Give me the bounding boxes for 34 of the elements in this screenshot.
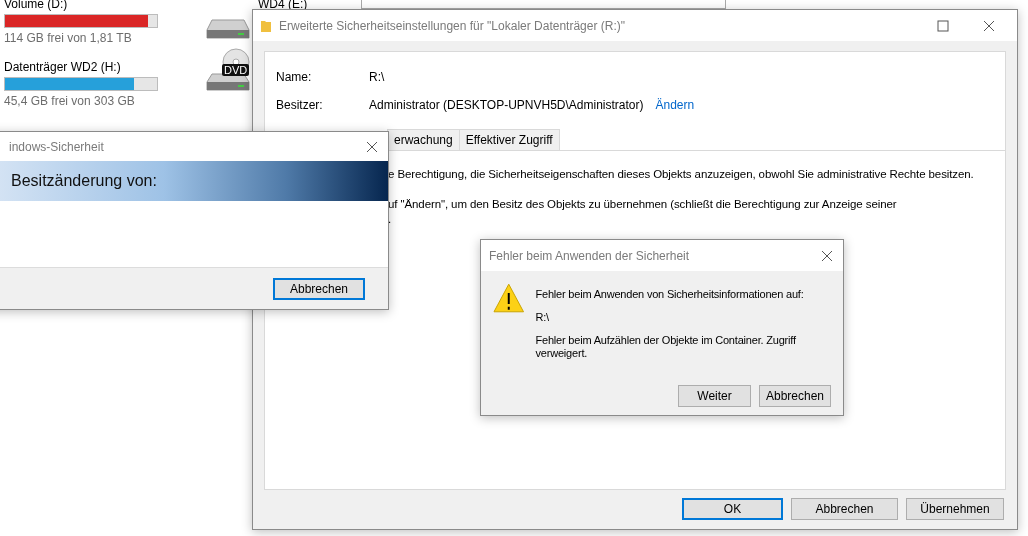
drive-name[interactable]: Datenträger WD2 (H:) [4,60,204,75]
close-icon[interactable] [366,140,378,153]
info-text: . [388,212,392,227]
error-detail: Fehler beim Aufzählen der Objekte im Container. Zugriff verweigert. [535,334,797,360]
error-path: R:\ [535,311,550,324]
free-space-text: 45,4 GB frei von 303 GB [4,94,136,109]
dialog-title: indows-Sicherheit [9,139,105,154]
hard-drive-icon [206,18,250,40]
info-text: e Berechtigung, die Sicherheitseigenschaften dieses Objekts anzuzeigen, obwohl Sie administrative Rechte besitzen. [388,167,974,182]
drive-name[interactable]: Volume (D:) [4,0,204,12]
free-space-text: 114 GB frei von 1,81 TB [4,31,133,46]
dialog-button[interactable]: Weiter [678,385,751,407]
tab[interactable]: erwachung [387,129,460,150]
window-title: Erweiterte Sicherheitseinstellungen für "Lokaler Datenträger (R:)" [279,18,626,33]
tab[interactable]: Effektiver Zugriff [458,129,560,150]
field-label: Name: [276,70,313,84]
dialog-button[interactable]: Übernehmen [906,498,1004,520]
cancel-button[interactable]: Abbrechen [273,278,365,300]
dialog-title: Fehler beim Anwenden der Sicherheit [489,248,691,263]
dialog-button[interactable]: Abbrechen [791,498,898,520]
dialog-button[interactable]: OK [682,498,783,520]
warning-icon [493,283,525,313]
info-text: uf "Ändern", um den Besitz des Objekts zu übernehmen (schließt die Berechtigung zur Anzeige seiner [388,197,897,212]
close-icon[interactable] [983,19,995,32]
field-value: R:\ [369,70,385,84]
error-message: Fehler beim Anwenden von Sicherheitsinformationen auf: [535,288,805,301]
field-value: Administrator (DESKTOP-UPNVH5D\Administrator) [369,98,644,112]
banner-text: Besitzänderung von: [10,172,157,190]
close-icon[interactable] [821,249,833,262]
folder-icon [261,19,271,32]
dialog-button[interactable]: Abbrechen [759,385,831,407]
field-label: Besitzer: [276,98,324,112]
change-link[interactable]: Ändern [655,98,695,112]
maximize-icon[interactable] [937,19,949,32]
